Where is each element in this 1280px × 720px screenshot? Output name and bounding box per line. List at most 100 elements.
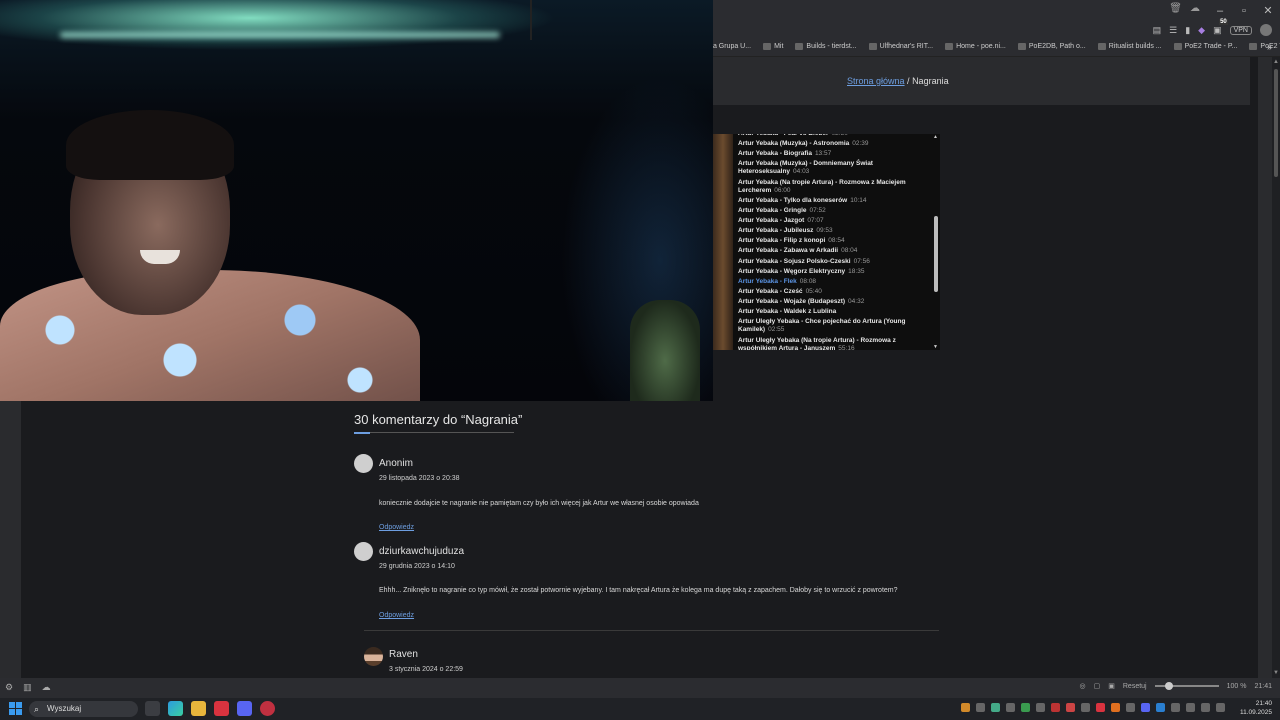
tray-app-icon[interactable] <box>1126 703 1135 712</box>
battery-icon[interactable] <box>1216 703 1225 712</box>
tray-app-icon[interactable] <box>1036 703 1045 712</box>
cloud-icon[interactable]: ☁ <box>1190 3 1200 14</box>
comment-author[interactable]: Anonim <box>379 458 413 469</box>
bluetooth-icon[interactable] <box>1156 703 1165 712</box>
playlist-item[interactable]: Artur Yebaka - Flek 08:08 <box>738 278 931 286</box>
taskbar-search[interactable]: ⌕ Wyszukaj <box>29 701 138 717</box>
bookmark-item[interactable]: PoE2 Trade - P... <box>1173 43 1237 50</box>
playlist-item[interactable]: Artur Yebaka - Tylko dla koneserów 10:14 <box>738 197 931 205</box>
playlist-item[interactable]: Artur Uległy Yebaka - Chce pojechać do A… <box>738 318 931 334</box>
tray-app-icon[interactable] <box>991 703 1000 712</box>
bookmarks-overflow-icon[interactable]: » <box>1267 42 1272 52</box>
bookmark-item[interactable]: PoE2 Trade - P... <box>1249 43 1280 50</box>
list-icon[interactable]: ☰ <box>1169 25 1177 36</box>
comment-date[interactable]: 29 grudnia 2023 o 14:10 <box>379 563 455 570</box>
playlist-item[interactable]: Artur Yebaka - Waldek z Lublina <box>738 308 931 316</box>
task-view-icon[interactable] <box>145 701 160 716</box>
taskbar-clock[interactable]: 21:40 11.09.2025 <box>1240 699 1272 717</box>
vpn-button[interactable]: VPN <box>1229 25 1252 35</box>
zoom-slider[interactable] <box>1154 682 1219 690</box>
playlist-item-duration: 07:07 <box>807 216 824 224</box>
playlist-scrollbar[interactable]: ▲ ▼ <box>933 134 939 350</box>
bookmark-item[interactable]: Ritualist builds ... <box>1097 43 1162 50</box>
close-icon[interactable]: ✕ <box>1256 0 1280 22</box>
tray-app-icon[interactable] <box>1021 703 1030 712</box>
extension-badge-icon[interactable]: ▣ 50 <box>1213 18 1228 36</box>
comment-date[interactable]: 3 stycznia 2024 o 22:59 <box>389 666 463 673</box>
capture-icon[interactable]: ◎ <box>1080 682 1086 690</box>
tray-app-icon[interactable] <box>1006 703 1015 712</box>
scroll-down-icon[interactable]: ▼ <box>1273 670 1279 676</box>
comments-title: 30 komentarzy do “Nagrania” <box>354 412 523 427</box>
sync-icon[interactable]: ☁ <box>42 682 51 693</box>
volume-icon[interactable] <box>1201 703 1210 712</box>
tray-app-icon[interactable] <box>1141 703 1150 712</box>
playlist-item[interactable]: Artur Yebaka - Cześć 05:40 <box>738 288 931 296</box>
playlist-scroll-down-icon[interactable]: ▼ <box>933 344 938 350</box>
tray-app-icon[interactable] <box>1111 703 1120 712</box>
playlist-item[interactable]: Artur Yebaka - Biografia 13:57 <box>738 150 931 158</box>
playlist-item-title: Artur Uległy Yebaka (Na tropie Artura) -… <box>738 336 896 350</box>
scroll-up-icon[interactable]: ▲ <box>1273 59 1279 65</box>
app-icon[interactable] <box>260 701 275 716</box>
tray-app-icon[interactable] <box>1171 703 1180 712</box>
vivaldi-icon[interactable] <box>214 701 229 716</box>
playlist-item[interactable]: Artur Yebaka - Sojusz Polsko-Czeski 07:56 <box>738 258 931 266</box>
zoom-reset-button[interactable]: Resetuj <box>1123 683 1147 690</box>
reply-link[interactable]: Odpowiedz <box>379 524 414 531</box>
tray-app-icon[interactable] <box>1051 703 1060 712</box>
tray-app-icon[interactable] <box>976 703 985 712</box>
webcam-person-hair <box>66 110 234 180</box>
playlist-item[interactable]: Artur Yebaka (Muzyka) - Domniemany Świat… <box>738 160 931 176</box>
steam-icon[interactable] <box>1081 703 1090 712</box>
bookmark-item[interactable]: Home - poe.ni... <box>945 43 1006 50</box>
playlist-item[interactable]: Artur Yebaka - Węgorz Elektryczny 18:35 <box>738 268 931 276</box>
playlist-item[interactable]: Artur Yebaka - Filip z konopi 08:54 <box>738 237 931 245</box>
bookmark-icon[interactable]: ▮ <box>1185 25 1190 36</box>
playlist-item[interactable]: Artur Yebaka - Jubileusz 09:53 <box>738 227 931 235</box>
comment-author[interactable]: Raven <box>389 649 418 660</box>
trash-icon[interactable]: 🗑 <box>1169 3 1182 14</box>
bookmark-item[interactable]: PoE2DB, Path o... <box>1017 43 1086 50</box>
breadcrumb-home-link[interactable]: Strona główna <box>847 76 905 86</box>
zoom-slider-handle[interactable] <box>1164 682 1173 690</box>
discord-icon[interactable] <box>237 701 252 716</box>
playlist-item[interactable]: Artur Yebaka - Gringle 07:52 <box>738 207 931 215</box>
profile-avatar[interactable] <box>1260 24 1272 36</box>
reader-icon[interactable]: ▤ <box>1153 25 1162 36</box>
playlist-item[interactable]: Artur Yebaka - Zabawa w Arkadii 08:04 <box>738 247 931 255</box>
maximize-icon[interactable]: ▫ <box>1232 0 1256 22</box>
wifi-icon[interactable] <box>1186 703 1195 712</box>
taskbar-apps <box>145 701 275 716</box>
page-actions-icon[interactable]: ▣ <box>1108 682 1115 690</box>
windows-start-icon[interactable] <box>9 702 22 715</box>
avatar <box>354 542 373 561</box>
tiling-icon[interactable]: ▢ <box>1094 682 1101 690</box>
file-explorer-icon[interactable] <box>191 701 206 716</box>
comment-date[interactable]: 29 listopada 2023 o 20:38 <box>379 475 460 482</box>
playlist-scroll-thumb[interactable] <box>934 216 938 292</box>
playlist-thumbnail[interactable] <box>713 134 733 350</box>
playlist-item[interactable]: Artur Yebaka - Wojaże (Budapeszt) 04:32 <box>738 298 931 306</box>
playlist-item[interactable]: Artur Yebaka (Na tropie Artura) - Rozmow… <box>738 179 931 195</box>
edge-icon[interactable] <box>168 701 183 716</box>
bookmark-item[interactable]: Mit <box>763 43 783 50</box>
scroll-thumb[interactable] <box>1274 69 1278 177</box>
bookmark-item[interactable]: Ulfhednar's RIT... <box>868 43 933 50</box>
bookmark-item[interactable]: Builds - tierdst... <box>795 43 857 50</box>
playlist-item[interactable]: Artur Yebaka - Jazgot 07:07 <box>738 217 931 225</box>
playlist-item[interactable]: Artur Uległy Yebaka (Na tropie Artura) -… <box>738 337 931 350</box>
tray-app-icon[interactable] <box>1096 703 1105 712</box>
tray-app-icon[interactable] <box>1066 703 1075 712</box>
playlist-item[interactable]: Artur Yebaka - Fear vs Bieber02:30 <box>738 134 931 138</box>
playlist-item[interactable]: Artur Yebaka (Muzyka) - Astronomia 02:39 <box>738 140 931 148</box>
playlist-item-title: Artur Yebaka - Biografia <box>738 150 812 158</box>
extension-icon[interactable]: ◆ <box>1198 25 1205 36</box>
comment-author[interactable]: dziurkawchujuduza <box>379 546 464 557</box>
reply-link[interactable]: Odpowiedz <box>379 612 414 619</box>
page-scrollbar[interactable]: ▲ ▼ <box>1272 57 1280 678</box>
tray-app-icon[interactable] <box>961 703 970 712</box>
panel-icon[interactable]: ▥ <box>23 682 32 693</box>
playlist-scroll-up-icon[interactable]: ▲ <box>933 134 938 140</box>
settings-icon[interactable]: ⚙ <box>5 682 13 693</box>
